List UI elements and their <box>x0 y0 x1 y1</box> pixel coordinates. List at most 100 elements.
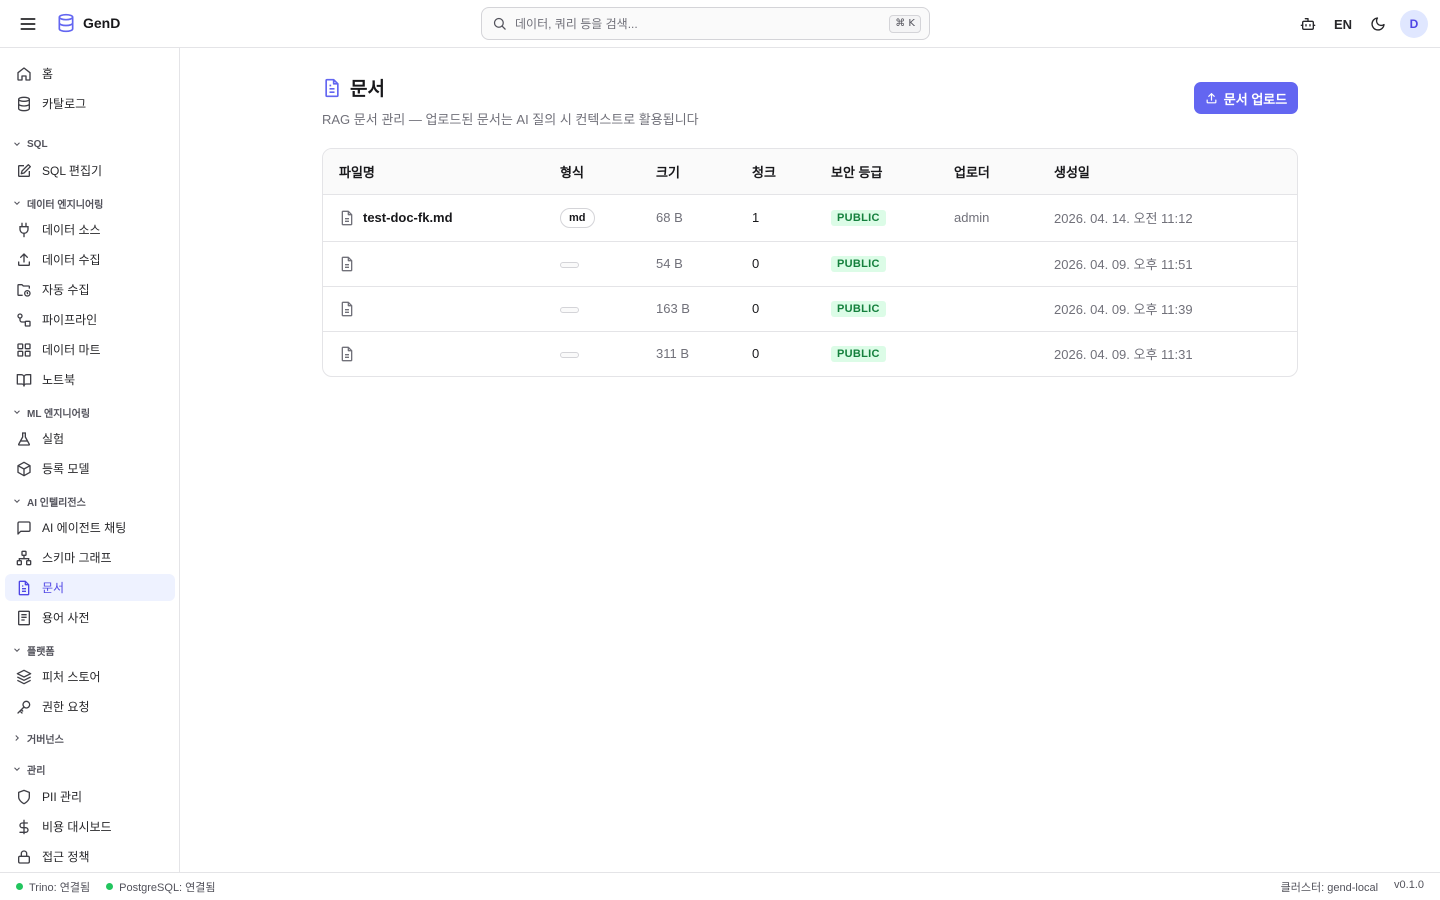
bot-icon[interactable] <box>1294 10 1322 38</box>
shield-icon <box>16 789 32 805</box>
postgres-status: PostgreSQL: 연결됨 <box>106 879 216 895</box>
sidebar: 홈 카탈로그 SQL SQL 편집기 데이터 엔지니어링 데이터 소스 데이터 … <box>0 48 180 872</box>
chunk-count: 0 <box>736 241 815 287</box>
table-row[interactable]: 163 B 0 PUBLIC 2026. 04. 09. 오후 11:39 <box>323 286 1297 332</box>
column-header[interactable]: 형식 <box>544 149 640 195</box>
created-date: 2026. 04. 09. 오후 11:39 <box>1038 286 1297 332</box>
file-icon <box>339 346 355 362</box>
sidebar-item-label: 파이프라인 <box>42 313 98 327</box>
section-admin[interactable]: 관리 <box>12 762 45 777</box>
chunk-count: 0 <box>736 286 815 332</box>
security-badge: PUBLIC <box>831 301 886 317</box>
home-icon <box>16 66 32 82</box>
sidebar-item-pipeline[interactable]: 파이프라인 <box>5 306 175 333</box>
format-badge-empty <box>560 261 579 268</box>
layers-icon <box>16 669 32 685</box>
upload-icon <box>1206 92 1217 103</box>
chunk-count: 1 <box>736 194 815 242</box>
sidebar-item-pii-management[interactable]: PII 관리 <box>5 783 175 810</box>
security-badge: PUBLIC <box>831 346 886 363</box>
sidebar-item-catalog[interactable]: 카탈로그 <box>5 90 175 117</box>
column-header[interactable]: 크기 <box>640 149 736 195</box>
search-icon <box>492 16 507 31</box>
file-icon <box>339 210 355 226</box>
section-sql[interactable]: SQL <box>12 137 48 151</box>
created-date: 2026. 04. 14. 오전 11:12 <box>1038 194 1297 242</box>
section-label: ML 엔지니어링 <box>27 408 91 420</box>
sidebar-item-label: 스키마 그래프 <box>42 551 112 565</box>
postgres-status-text: PostgreSQL: 연결됨 <box>119 881 216 894</box>
upload-document-button[interactable]: 문서 업로드 <box>1194 82 1298 114</box>
chevron-down-icon <box>14 142 20 146</box>
menu-icon[interactable] <box>18 14 38 34</box>
sidebar-item-data-sources[interactable]: 데이터 소스 <box>5 216 175 243</box>
sidebar-item-label: 등록 모델 <box>42 462 90 476</box>
column-header[interactable]: 파일명 <box>323 149 544 195</box>
uploader <box>938 241 1038 287</box>
sidebar-item-sql-editor[interactable]: SQL 편집기 <box>5 157 175 184</box>
sidebar-item-access-request[interactable]: 권한 요청 <box>5 693 175 720</box>
global-search[interactable]: ⌘ K <box>481 7 930 40</box>
sidebar-item-access-policy[interactable]: 접근 정책 <box>5 843 175 870</box>
column-header[interactable]: 업로더 <box>938 149 1038 195</box>
file-size: 54 B <box>640 241 736 287</box>
format-badge-empty <box>560 351 579 358</box>
sidebar-item-label: 홈 <box>42 67 54 81</box>
message-square-icon <box>16 520 32 536</box>
sidebar-item-cost-dashboard[interactable]: 비용 대시보드 <box>5 813 175 840</box>
section-data-engineering[interactable]: 데이터 엔지니어링 <box>12 196 103 211</box>
chevron-down-icon <box>14 410 20 414</box>
section-governance[interactable]: 거버넌스 <box>12 731 64 746</box>
column-header[interactable]: 생성일 <box>1038 149 1297 195</box>
section-label: SQL <box>27 138 48 150</box>
table-row[interactable]: 54 B 0 PUBLIC 2026. 04. 09. 오후 11:51 <box>323 241 1297 287</box>
search-shortcut-badge: ⌘ K <box>889 14 921 33</box>
file-text-icon <box>322 78 342 98</box>
sidebar-item-data-ingest[interactable]: 데이터 수집 <box>5 246 175 273</box>
sidebar-item-label: 데이터 수집 <box>42 253 101 267</box>
upload-icon <box>16 252 32 268</box>
user-avatar[interactable]: D <box>1400 10 1428 38</box>
flask-icon <box>16 431 32 447</box>
database-icon <box>16 96 32 112</box>
section-ml-engineering[interactable]: ML 엔지니어링 <box>12 405 91 420</box>
grid-icon <box>16 342 32 358</box>
main-content: 문서 RAG 문서 관리 — 업로드된 문서는 AI 질의 시 컨텍스트로 활용… <box>180 48 1440 872</box>
box-icon <box>16 461 32 477</box>
table-row[interactable]: test-doc-fk.md md 68 B 1 PUBLIC admin 20… <box>323 194 1297 242</box>
sidebar-item-label: 권한 요청 <box>42 700 90 714</box>
logo[interactable]: GenD <box>56 13 120 33</box>
sidebar-item-auto-ingest[interactable]: 자동 수집 <box>5 276 175 303</box>
sidebar-item-documents[interactable]: 문서 <box>5 574 175 601</box>
moon-icon[interactable] <box>1364 10 1392 38</box>
column-header[interactable]: 보안 등급 <box>815 149 938 195</box>
sidebar-item-home[interactable]: 홈 <box>5 60 175 87</box>
column-header[interactable]: 청크 <box>736 149 815 195</box>
file-name[interactable]: test-doc-fk.md <box>363 210 453 225</box>
sidebar-item-glossary[interactable]: 용어 사전 <box>5 604 175 631</box>
sidebar-item-label: 실험 <box>42 432 65 446</box>
sidebar-item-schema-graph[interactable]: 스키마 그래프 <box>5 544 175 571</box>
section-platform[interactable]: 플랫폼 <box>12 643 55 658</box>
status-dot <box>106 883 114 890</box>
security-badge: PUBLIC <box>831 210 886 226</box>
sidebar-item-notebook[interactable]: 노트북 <box>5 366 175 393</box>
file-size: 311 B <box>656 346 690 362</box>
section-ai-intelligence[interactable]: AI 인텔리전스 <box>12 494 86 509</box>
language-toggle[interactable]: EN <box>1330 17 1356 32</box>
upload-button-label: 문서 업로드 <box>1223 91 1288 107</box>
file-icon <box>339 256 355 272</box>
dollar-icon <box>16 819 32 835</box>
sidebar-item-label: SQL 편집기 <box>42 164 103 178</box>
sidebar-item-data-mart[interactable]: 데이터 마트 <box>5 336 175 363</box>
sidebar-item-ai-agent-chat[interactable]: AI 에이전트 채팅 <box>5 514 175 541</box>
sidebar-item-label: 용어 사전 <box>42 611 90 625</box>
search-input[interactable] <box>515 16 890 31</box>
sidebar-item-registered-models[interactable]: 등록 모델 <box>5 455 175 482</box>
status-bar: Trino: 연결됨 PostgreSQL: 연결됨 클러스터: gend-lo… <box>0 872 1440 900</box>
sidebar-item-experiments[interactable]: 실험 <box>5 425 175 452</box>
chevron-down-icon <box>14 648 20 652</box>
sidebar-item-feature-store[interactable]: 피처 스토어 <box>5 663 175 690</box>
format-badge: md <box>560 207 595 228</box>
table-row[interactable]: 311 B 0 PUBLIC 2026. 04. 09. 오후 11:31 <box>323 331 1297 376</box>
